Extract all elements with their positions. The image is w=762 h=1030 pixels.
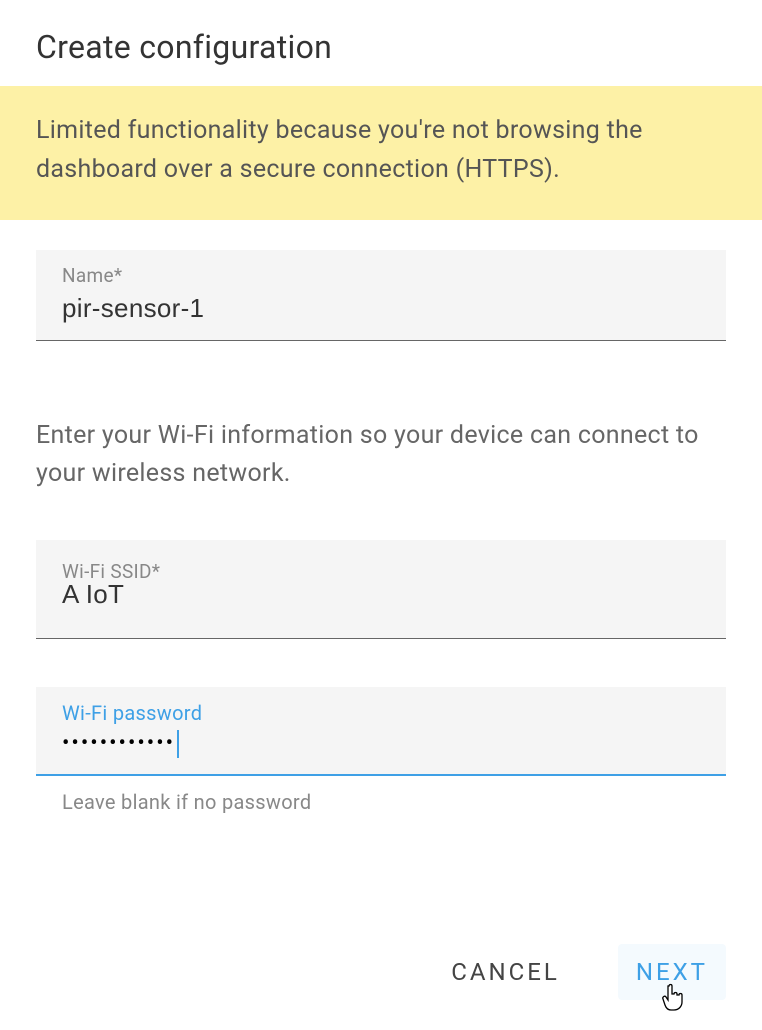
text-caret: [177, 730, 179, 758]
wifi-ssid-input[interactable]: [62, 573, 700, 616]
wifi-password-label: Wi-Fi password: [62, 701, 700, 725]
next-button[interactable]: NEXT: [618, 944, 726, 1000]
form-area: Name* Enter your Wi-Fi information so yo…: [0, 220, 762, 815]
name-input[interactable]: [62, 287, 700, 330]
wifi-password-input[interactable]: ••••••••••••: [62, 727, 700, 764]
wifi-ssid-field[interactable]: Wi-Fi SSID*: [36, 540, 726, 639]
cancel-button[interactable]: CANCEL: [433, 944, 578, 1000]
wifi-password-helper: Leave blank if no password: [36, 776, 726, 814]
name-field[interactable]: Name*: [36, 250, 726, 341]
wifi-password-field[interactable]: Wi-Fi password ••••••••••••: [36, 687, 726, 776]
wifi-intro-text: Enter your Wi-Fi information so your dev…: [36, 417, 726, 495]
dialog-title: Create configuration: [0, 0, 762, 86]
https-warning-banner: Limited functionality because you're not…: [0, 86, 762, 220]
password-masked-value: ••••••••••••: [62, 727, 175, 764]
dialog-actions: CANCEL NEXT: [433, 944, 726, 1000]
name-label: Name*: [62, 264, 122, 287]
next-button-label: NEXT: [636, 958, 708, 986]
pointer-cursor-icon: [660, 982, 686, 1018]
